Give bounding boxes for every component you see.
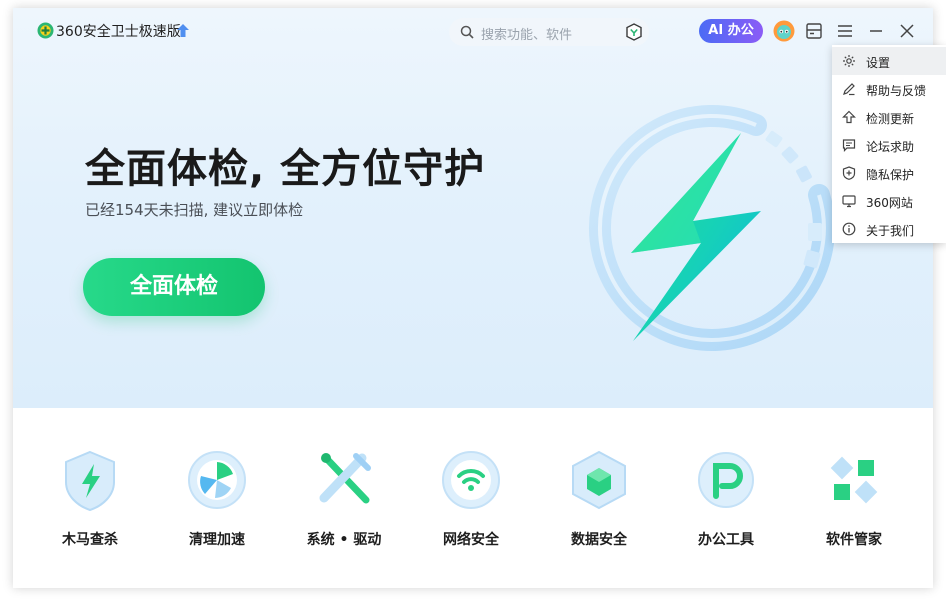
tool-trojan-scan[interactable]: 木马查杀 <box>30 448 150 549</box>
tool-label: 系统 • 驱动 <box>306 532 382 548</box>
skin-layout-icon[interactable] <box>805 22 823 40</box>
upgrade-arrow-icon[interactable] <box>177 24 189 37</box>
menu-item-360-website[interactable]: 360网站 <box>832 187 946 215</box>
office-p-icon <box>698 452 754 508</box>
tool-system-driver[interactable]: 系统 • 驱动 <box>284 448 404 549</box>
search-icon <box>460 25 474 39</box>
shield-plus-icon <box>842 166 856 180</box>
app-title: 360安全卫士极速版 <box>56 24 181 40</box>
tool-cleanup[interactable]: 清理加速 <box>157 448 277 549</box>
ai-office-button[interactable]: AI 办公 <box>699 19 763 43</box>
menu-item-label: 360网站 <box>866 196 913 210</box>
360-logo-icon <box>37 22 54 39</box>
hero-title: 全面体检, 全方位守护 <box>85 146 486 192</box>
tool-label: 木马查杀 <box>62 532 118 548</box>
info-icon <box>842 222 856 236</box>
trojan-shield-icon <box>65 450 115 512</box>
menu-item-label: 检测更新 <box>866 112 915 126</box>
data-cube-icon <box>572 450 626 510</box>
upload-arrow-icon <box>842 110 856 124</box>
shield-check-icon[interactable] <box>625 23 643 41</box>
app-window: 360安全卫士极速版 搜索功能、软件 AI 办公 全面体检, 全方位守护 已经1… <box>13 8 933 588</box>
menu-item-check-update[interactable]: 检测更新 <box>832 103 946 131</box>
menu-item-privacy[interactable]: 隐私保护 <box>832 159 946 187</box>
menu-item-label: 关于我们 <box>866 224 915 238</box>
lightning-bolt-icon <box>588 104 835 351</box>
main-menu-dropdown: 设置 帮助与反馈 检测更新 论坛求助 隐私保护 360网站 关于我们 <box>832 45 946 243</box>
software-grid-icon <box>830 456 878 504</box>
menu-item-label: 隐私保护 <box>866 168 915 182</box>
tool-software-manager[interactable]: 软件管家 <box>794 448 914 549</box>
tool-data-security[interactable]: 数据安全 <box>539 448 659 549</box>
tool-bar: 木马查杀 清理加速 系统 • 驱动 网络安全 数据安全 办公工具 软件管家 <box>13 408 933 588</box>
pencil-icon <box>843 83 855 96</box>
menu-icon[interactable] <box>836 22 854 40</box>
menu-item-settings[interactable]: 设置 <box>832 47 946 75</box>
tool-label: 清理加速 <box>189 532 245 548</box>
wifi-icon <box>442 451 500 509</box>
search-placeholder[interactable]: 搜索功能、软件 <box>481 24 572 43</box>
system-tools-icon <box>319 453 371 504</box>
avatar[interactable] <box>773 20 795 42</box>
menu-item-help-feedback[interactable]: 帮助与反馈 <box>832 75 946 103</box>
search-box[interactable]: 搜索功能、软件 <box>449 18 649 46</box>
tool-label: 网络安全 <box>443 532 499 548</box>
menu-item-forum[interactable]: 论坛求助 <box>832 131 946 159</box>
minimize-icon[interactable] <box>867 22 885 40</box>
tool-label: 软件管家 <box>826 532 882 548</box>
tool-label: 办公工具 <box>698 532 754 548</box>
menu-item-about[interactable]: 关于我们 <box>832 215 946 243</box>
hero-panel: 360安全卫士极速版 搜索功能、软件 AI 办公 全面体检, 全方位守护 已经1… <box>13 8 933 408</box>
menu-item-label: 帮助与反馈 <box>866 84 927 98</box>
title-bar: 360安全卫士极速版 搜索功能、软件 AI 办公 <box>13 8 933 54</box>
tool-network-security[interactable]: 网络安全 <box>411 448 531 549</box>
cleanup-fan-icon <box>188 451 246 509</box>
gear-icon <box>843 55 855 67</box>
tool-label: 数据安全 <box>571 532 627 548</box>
menu-item-label: 论坛求助 <box>866 140 915 154</box>
chat-icon <box>842 139 856 152</box>
close-icon[interactable] <box>898 22 916 40</box>
full-scan-button[interactable]: 全面体检 <box>83 258 265 316</box>
tool-office[interactable]: 办公工具 <box>666 448 786 549</box>
menu-item-label: 设置 <box>866 56 891 70</box>
scan-status-text: 已经154天未扫描, 建议立即体检 <box>85 201 304 219</box>
monitor-icon <box>842 195 856 208</box>
